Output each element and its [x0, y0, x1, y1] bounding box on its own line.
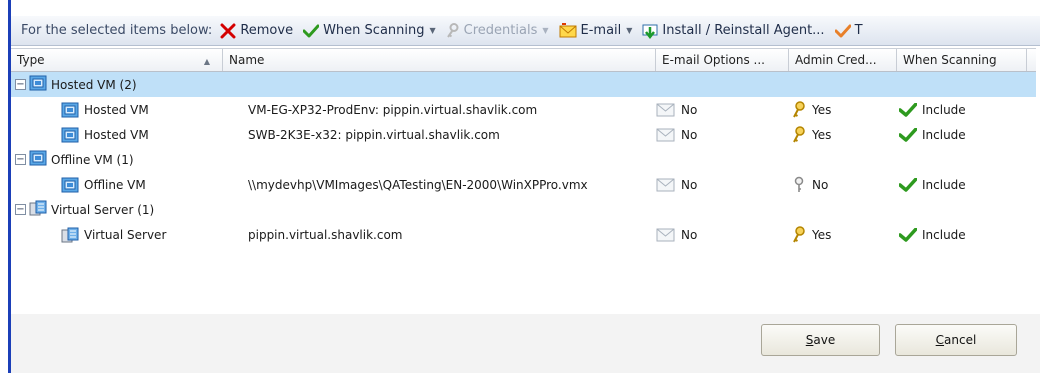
row-scan: Include — [922, 127, 966, 142]
group-row-hosted-vm[interactable]: − Hosted VM (2) — [11, 72, 1036, 97]
save-button[interactable]: Save — [761, 324, 880, 356]
chevron-down-icon: ▼ — [429, 26, 436, 35]
truncated-label: T — [854, 23, 863, 38]
collapse-toggle-icon[interactable]: − — [15, 154, 26, 165]
credentials-label: Credentials — [463, 23, 538, 38]
table-row[interactable]: Offline VM \\mydevhp\VMImages\QATesting\… — [11, 172, 1036, 197]
collapse-toggle-icon[interactable]: − — [15, 79, 26, 90]
virtual-server-icon — [29, 200, 47, 219]
table-row[interactable]: Hosted VM SWB-2K3E-x32: pippin.virtual.s… — [11, 122, 1036, 147]
row-name: VM-EG-XP32-ProdEnv: pippin.virtual.shavl… — [248, 102, 538, 117]
key-icon — [791, 100, 807, 119]
row-admin: No — [812, 177, 829, 192]
key-icon — [791, 225, 807, 244]
red-x-icon — [220, 23, 236, 39]
collapse-toggle-icon[interactable]: − — [15, 204, 26, 215]
install-icon — [642, 23, 658, 39]
column-header-when-scanning[interactable]: When Scanning — [897, 49, 1027, 71]
save-button-label: Save — [805, 333, 836, 347]
email-label: E-mail — [580, 23, 622, 38]
row-admin: Yes — [812, 102, 832, 117]
hosted-vm-icon — [29, 75, 47, 94]
row-name: pippin.virtual.shavlik.com — [248, 227, 403, 242]
grid-header: Type ▲ Name E-mail Options ... Admin Cre… — [11, 48, 1036, 72]
hosted-vm-icon — [61, 127, 79, 143]
row-email: No — [681, 177, 698, 192]
install-agent-button[interactable]: Install / Reinstall Agent... — [642, 23, 825, 39]
chevron-down-icon: ▼ — [542, 26, 549, 35]
group-label: Offline VM (1) — [51, 152, 134, 167]
row-scan: Include — [922, 102, 966, 117]
orange-check-icon — [834, 24, 851, 38]
column-header-type-label: Type — [17, 53, 45, 67]
row-email: No — [681, 102, 698, 117]
hosted-vm-icon — [61, 102, 79, 118]
when-scanning-dropdown[interactable]: When Scanning ▼ — [303, 23, 436, 38]
column-header-email-label: E-mail Options ... — [662, 53, 765, 67]
green-check-icon — [899, 127, 917, 142]
row-email: No — [681, 227, 698, 242]
row-type: Hosted VM — [84, 102, 149, 117]
table-row[interactable]: Hosted VM VM-EG-XP32-ProdEnv: pippin.vir… — [11, 97, 1036, 122]
key-icon — [791, 125, 807, 144]
table-row[interactable]: Virtual Server pippin.virtual.shavlik.co… — [11, 222, 1036, 247]
green-check-icon — [899, 177, 917, 192]
row-scan: Include — [922, 227, 966, 242]
sort-ascending-icon: ▲ — [203, 57, 210, 66]
green-check-icon — [303, 24, 320, 38]
column-header-type[interactable]: Type ▲ — [11, 49, 223, 71]
column-header-scan-label: When Scanning — [903, 53, 997, 67]
virtual-server-icon — [61, 227, 79, 243]
row-admin: Yes — [812, 227, 832, 242]
action-toolbar: For the selected items below: Remove Whe… — [11, 16, 1040, 46]
column-header-name[interactable]: Name — [223, 49, 656, 71]
column-header-email-options[interactable]: E-mail Options ... — [656, 49, 789, 71]
cancel-button-label: Cancel — [935, 333, 977, 347]
email-envelope-icon — [656, 227, 676, 243]
column-header-admin-credentials[interactable]: Admin Cred... — [789, 49, 897, 71]
email-envelope-icon — [656, 177, 676, 193]
dialog: For the selected items below: Remove Whe… — [11, 0, 1040, 373]
chevron-down-icon: ▼ — [626, 26, 633, 35]
when-scanning-label: When Scanning — [323, 23, 425, 38]
group-row-virtual-server[interactable]: − Virtual Server (1) — [11, 197, 1036, 222]
grid-body: − Hosted VM (2) Hosted VM VM-EG-XP32-Pro… — [11, 72, 1036, 247]
row-name: SWB-2K3E-x32: pippin.virtual.shavlik.com — [248, 127, 500, 142]
row-type: Hosted VM — [84, 127, 149, 142]
email-envelope-icon — [656, 102, 676, 118]
row-type: Virtual Server — [84, 227, 167, 242]
offline-vm-icon — [29, 150, 47, 169]
email-dropdown[interactable]: E-mail ▼ — [559, 22, 633, 39]
row-type: Offline VM — [84, 177, 146, 192]
row-email: No — [681, 127, 698, 142]
key-icon — [446, 22, 460, 39]
credentials-dropdown[interactable]: Credentials ▼ — [446, 22, 549, 39]
remove-button[interactable]: Remove — [220, 23, 293, 39]
dialog-footer: Save Cancel — [11, 314, 1040, 373]
green-check-icon — [899, 227, 917, 242]
email-envelope-icon — [656, 127, 676, 143]
row-name: \\mydevhp\VMImages\QATesting\EN-2000\Win… — [248, 177, 588, 192]
offline-vm-icon — [61, 177, 79, 193]
group-row-offline-vm[interactable]: − Offline VM (1) — [11, 147, 1036, 172]
toolbar-lead-text: For the selected items below: — [21, 23, 213, 38]
remove-label: Remove — [240, 23, 294, 38]
group-label: Hosted VM (2) — [51, 77, 137, 92]
row-scan: Include — [922, 177, 966, 192]
key-disabled-icon — [791, 176, 807, 194]
column-header-name-label: Name — [229, 53, 265, 67]
email-icon — [559, 22, 577, 39]
row-admin: Yes — [812, 127, 832, 142]
truncated-toolbar-button[interactable]: T — [834, 23, 863, 38]
group-label: Virtual Server (1) — [51, 202, 155, 217]
cancel-button[interactable]: Cancel — [895, 324, 1017, 356]
install-agent-label: Install / Reinstall Agent... — [662, 23, 825, 38]
column-header-admin-label: Admin Cred... — [795, 53, 877, 67]
green-check-icon — [899, 102, 917, 117]
